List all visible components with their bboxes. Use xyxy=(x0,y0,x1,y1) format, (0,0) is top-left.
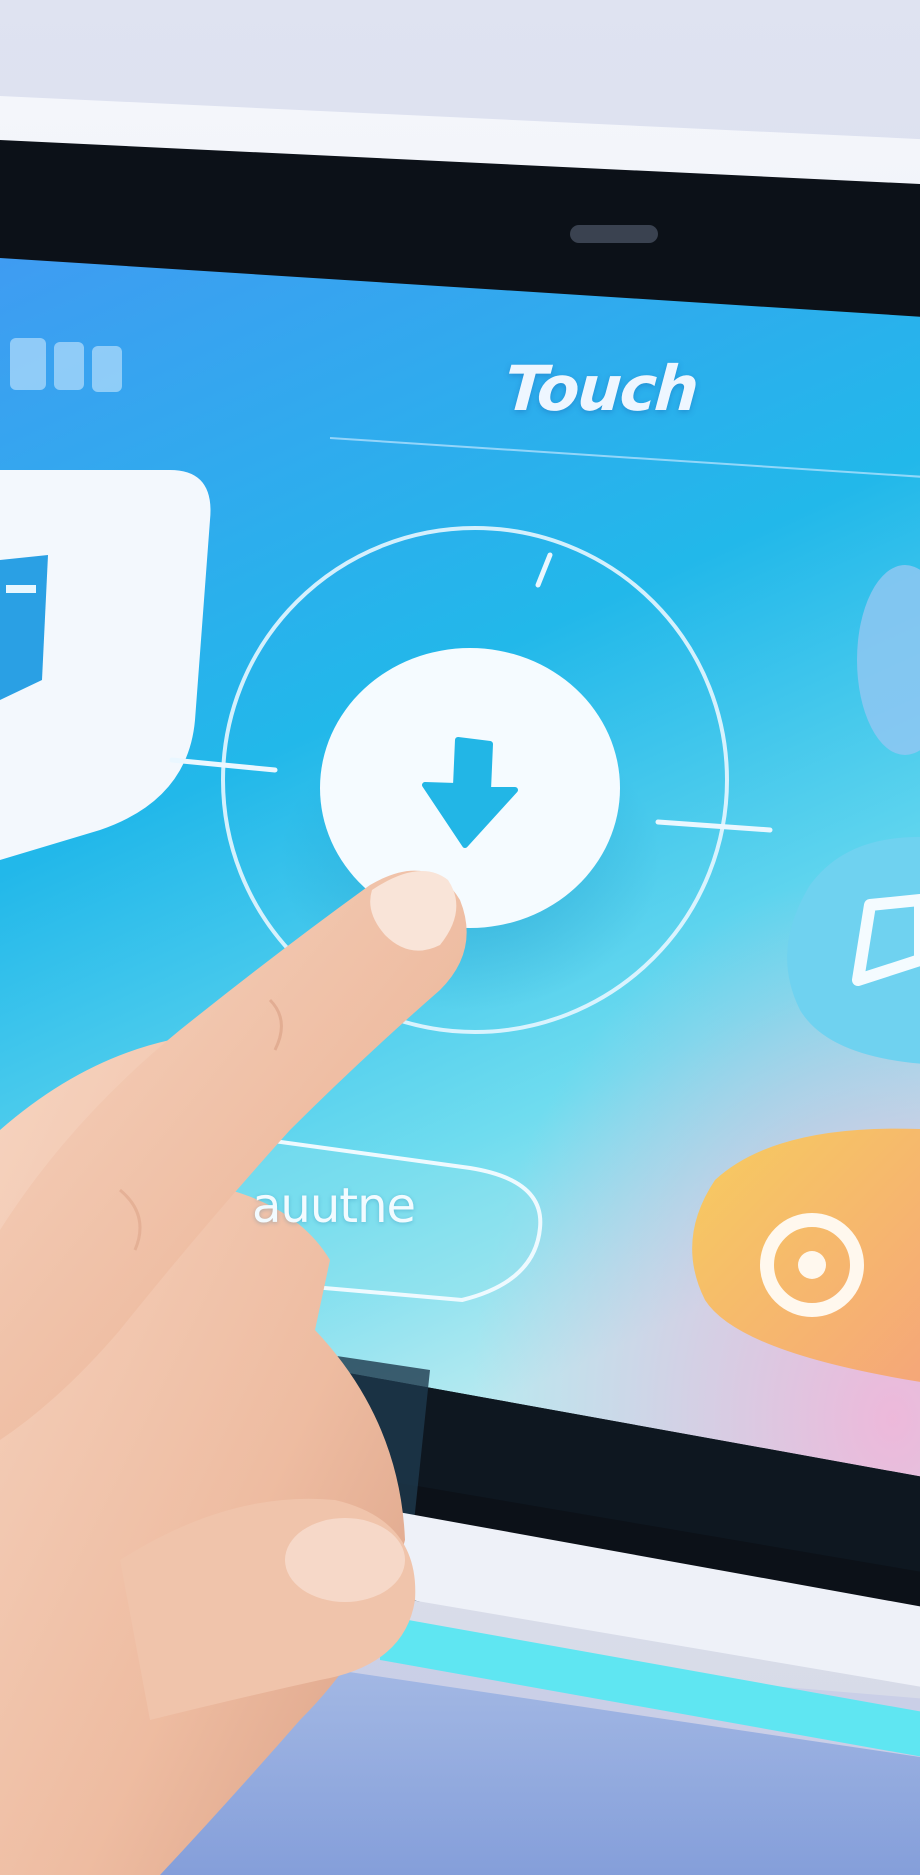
document-icon xyxy=(0,555,48,700)
pill-button-label: auutne xyxy=(252,1178,416,1234)
fingernail-lower xyxy=(285,1518,405,1602)
bezel-sensor xyxy=(570,225,658,243)
screen-title: Touch xyxy=(502,352,700,425)
blurred-header-text xyxy=(10,338,122,392)
scene-illustration xyxy=(0,0,920,1875)
photo-scene: Touch auutne xyxy=(0,0,920,1875)
